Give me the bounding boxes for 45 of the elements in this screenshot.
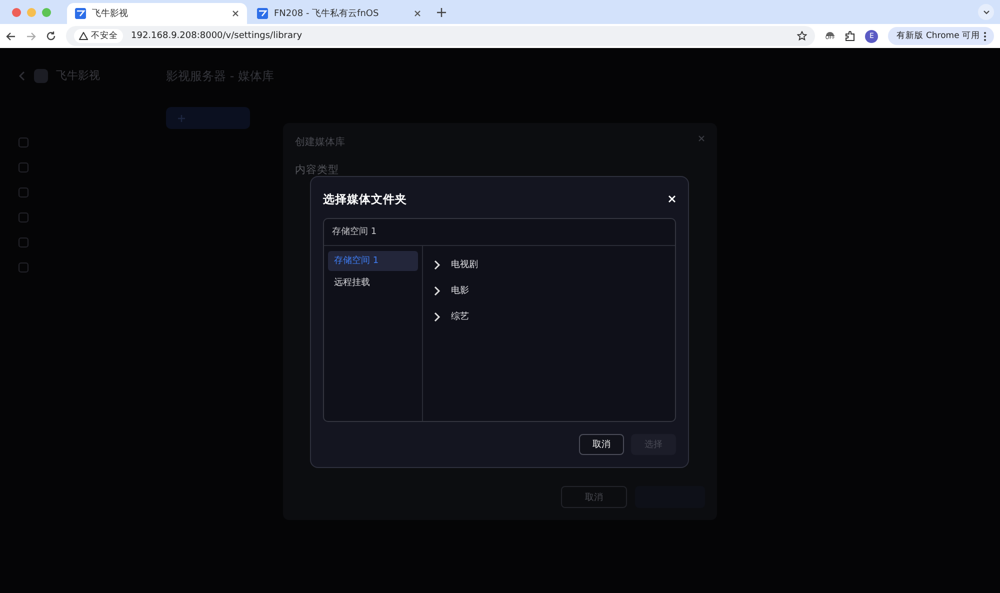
browser-tab[interactable]: 飞牛影视 [67, 3, 247, 24]
source-item[interactable]: 远程挂载 [328, 272, 418, 293]
back-arrow-icon[interactable] [6, 32, 16, 40]
cancel-button[interactable]: 取消 [579, 434, 624, 455]
back-chevron-icon[interactable] [18, 70, 26, 80]
close-icon[interactable] [232, 10, 239, 17]
sidebar-nav-icon[interactable] [18, 237, 29, 248]
tab-search-button[interactable] [978, 4, 994, 20]
forward-arrow-icon[interactable] [26, 32, 36, 40]
address-bar[interactable]: 不安全 192.168.9.208:8000/v/settings/library [66, 26, 816, 46]
puzzle-icon[interactable] [845, 30, 856, 42]
folder-item[interactable]: 电影 [451, 284, 469, 298]
expand-chevron-icon [433, 260, 441, 270]
close-button[interactable] [668, 195, 676, 204]
expand-chevron-icon [433, 312, 441, 322]
current-path: 存储空间 1 [324, 218, 675, 246]
new-tab-button[interactable] [437, 8, 446, 16]
folder-item[interactable]: 综艺 [451, 310, 469, 324]
expand-chevron-icon [433, 286, 441, 296]
zoom-window-button[interactable] [42, 8, 51, 16]
app-favicon-icon [75, 8, 86, 19]
sidebar-nav-icon[interactable] [18, 187, 29, 198]
sidebar-nav-icon[interactable] [18, 137, 29, 148]
app-favicon-icon [257, 8, 268, 19]
url-text: 192.168.9.208:8000/v/settings/library [131, 31, 304, 41]
section-heading: 内容类型 [295, 163, 340, 177]
source-item[interactable]: 存储空间 1 [328, 250, 418, 271]
sidebar-nav-icon[interactable] [18, 262, 29, 273]
close-icon[interactable] [414, 10, 421, 17]
close-window-button[interactable] [12, 8, 21, 16]
update-chrome-button[interactable]: 有新版 Chrome 可用 [888, 27, 994, 45]
chevron-down-icon [982, 10, 990, 14]
warning-icon [79, 32, 88, 40]
minimize-window-button[interactable] [27, 8, 36, 16]
sidebar-nav-icon[interactable] [18, 212, 29, 223]
reload-icon[interactable] [46, 31, 56, 41]
dialog-title: 创建媒体库 [295, 136, 345, 149]
browser-tab[interactable]: FN208 - 飞牛私有云fnOS [249, 3, 429, 24]
star-icon[interactable] [797, 31, 808, 41]
plus-icon [178, 114, 185, 122]
dialog-title: 选择媒体文件夹 [323, 192, 407, 207]
folder-item[interactable]: 电视剧 [451, 258, 478, 272]
app-logo [34, 68, 48, 82]
sidebar-nav-icon[interactable] [18, 162, 29, 173]
app-name: 飞牛影视 [56, 68, 100, 83]
